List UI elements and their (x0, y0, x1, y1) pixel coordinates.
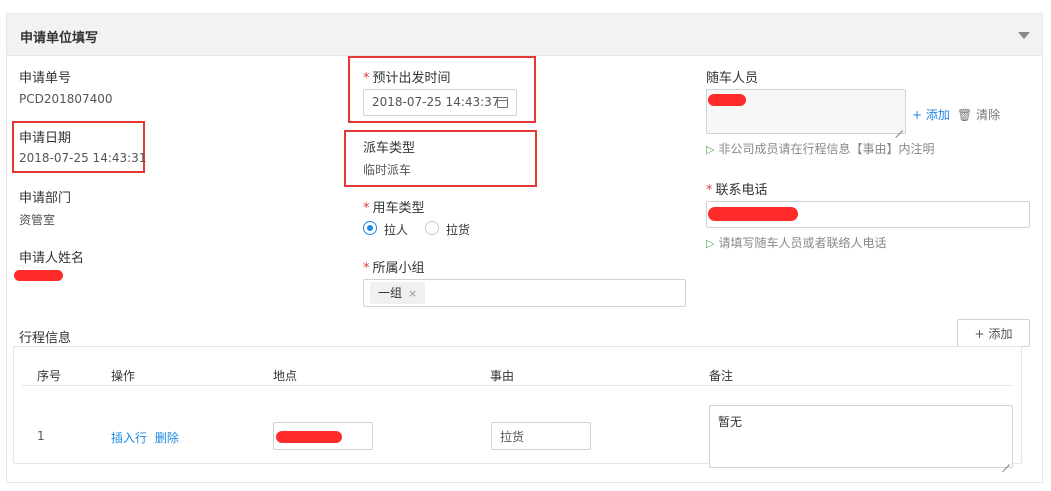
apply-date-label: 申请日期 (19, 131, 72, 146)
clear-companion-label: 清除 (976, 108, 1001, 122)
col-header-reason: 事由 (490, 369, 515, 383)
col-header-note: 备注 (709, 369, 734, 383)
companions-label: 随车人员 (706, 71, 759, 86)
radio-cargo-label[interactable]: 拉货 (446, 221, 470, 238)
trip-label: 行程信息 (19, 331, 72, 346)
redacted-companions (708, 94, 746, 106)
panel-header[interactable]: 申请单位填写 (7, 14, 1042, 56)
companions-hint: ▷ 非公司成员请在行程信息【事由】内注明 (706, 140, 934, 157)
resize-grip-icon[interactable] (895, 123, 903, 131)
header-divider (22, 385, 1013, 386)
add-companion-label: 添加 (925, 108, 950, 122)
note-value: 暂无 (718, 415, 743, 429)
add-companion-button[interactable]: + 添加 (912, 106, 950, 123)
send-icon: ▷ (706, 143, 715, 156)
dispatch-type-label: 派车类型 (363, 141, 416, 156)
apply-no-value: PCD201807400 (19, 92, 113, 106)
add-trip-label: 添加 (988, 327, 1013, 341)
contact-phone-hint-text: 请填写随车人员或者联络人电话 (718, 236, 887, 250)
use-type-label-text: 用车类型 (372, 201, 425, 216)
contact-phone-label-text: 联系电话 (715, 183, 768, 198)
redacted-applicant-name (14, 270, 63, 281)
radio-passenger[interactable] (363, 221, 377, 235)
insert-row-link[interactable]: 插入行 (111, 431, 147, 445)
tag-remove-icon[interactable]: × (408, 287, 417, 300)
redacted-location (276, 431, 342, 443)
panel-title: 申请单位填写 (20, 31, 99, 46)
redacted-contact-phone (708, 207, 798, 221)
companions-hint-text: 非公司成员请在行程信息【事由】内注明 (718, 142, 935, 156)
reason-input[interactable] (491, 422, 591, 450)
required-mark: * (363, 201, 370, 216)
departure-time-input[interactable]: 2018-07-25 14:43:37 (363, 89, 517, 116)
group-label: * 所属小组 (363, 257, 425, 276)
contact-phone-label: * 联系电话 (706, 179, 768, 198)
required-mark: * (363, 261, 370, 276)
note-textarea[interactable]: 暂无 (709, 405, 1013, 468)
apply-date-value: 2018-07-25 14:43:31 (19, 151, 147, 165)
group-tag: 一组 × (370, 282, 426, 304)
clear-companion-button[interactable]: 🗑 清除 (957, 106, 1000, 123)
use-type-label: * 用车类型 (363, 197, 425, 216)
apply-no-label: 申请单号 (19, 71, 72, 86)
apply-dept-value: 资管室 (19, 213, 56, 227)
required-mark: * (363, 71, 370, 86)
row-index: 1 (37, 429, 45, 443)
resize-grip-icon[interactable] (1002, 457, 1010, 465)
contact-phone-hint: ▷ 请填写随车人员或者联络人电话 (706, 234, 886, 251)
radio-cargo[interactable] (425, 221, 439, 235)
required-mark: * (706, 183, 713, 198)
add-trip-button[interactable]: + 添加 (957, 319, 1030, 347)
departure-label-text: 预计出发时间 (372, 71, 451, 86)
row-actions: 插入行 删除 (111, 429, 179, 446)
trip-table: 序号 操作 地点 事由 备注 1 插入行 删除 暂无 (13, 346, 1022, 468)
calendar-icon[interactable] (497, 97, 508, 108)
dispatch-type-value: 临时派车 (363, 163, 412, 177)
delete-row-link[interactable]: 删除 (155, 431, 179, 445)
plus-icon: + (912, 108, 923, 122)
collapse-caret-icon[interactable] (1018, 32, 1030, 39)
applicant-label: 申请人姓名 (19, 251, 85, 266)
trash-icon: 🗑 (957, 108, 973, 122)
col-header-location: 地点 (273, 369, 298, 383)
apply-dept-label: 申请部门 (19, 191, 72, 206)
group-label-text: 所属小组 (372, 261, 425, 276)
departure-time-value: 2018-07-25 14:43:37 (372, 95, 500, 109)
send-icon: ▷ (706, 237, 715, 250)
group-select[interactable]: 一组 × (363, 279, 686, 307)
col-header-action: 操作 (111, 369, 136, 383)
group-tag-label: 一组 (378, 286, 403, 300)
radio-passenger-label[interactable]: 拉人 (384, 221, 408, 238)
plus-icon: + (974, 327, 985, 341)
departure-label: * 预计出发时间 (363, 67, 451, 86)
col-header-index: 序号 (37, 369, 62, 383)
